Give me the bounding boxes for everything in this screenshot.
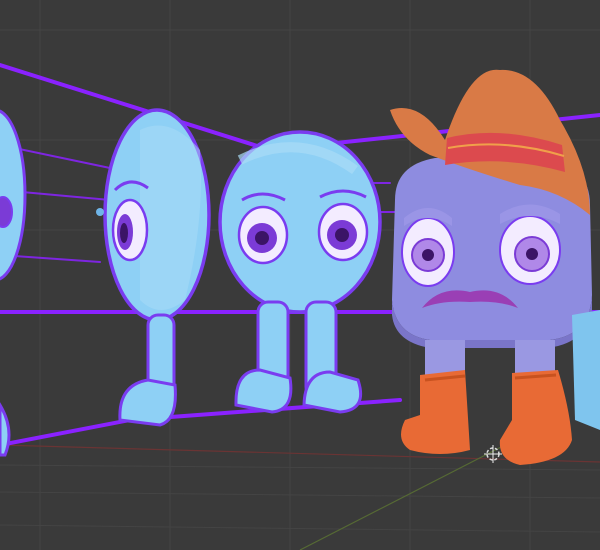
scene-canvas[interactable] [0,0,600,550]
sketch-character-front-view[interactable] [218,130,382,414]
y-axis-line [299,444,506,550]
sketch-character-far-left[interactable] [0,109,27,457]
cowboy-mascot[interactable] [390,69,600,465]
sketch-character-side-view[interactable] [96,108,211,427]
3d-viewport[interactable] [0,0,600,550]
